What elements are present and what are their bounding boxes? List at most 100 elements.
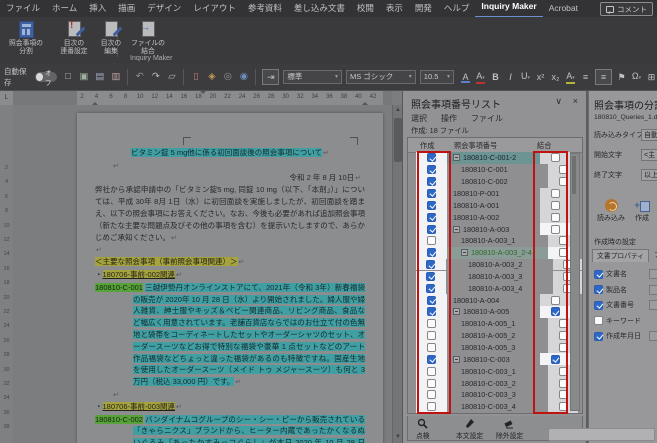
inquiry-number-cell[interactable]: 180810-C-003_4: [447, 401, 548, 413]
create-checkbox[interactable]: [427, 236, 436, 245]
lock-icon[interactable]: ◉: [237, 71, 250, 83]
option-checkbox[interactable]: [594, 332, 603, 341]
create-checkbox[interactable]: [426, 260, 435, 269]
merge-files-button[interactable]: →ファイルの結合: [126, 20, 170, 60]
load-button[interactable]: 読み込み: [597, 199, 625, 223]
option-value-input[interactable]: [649, 285, 657, 295]
table-row[interactable]: 180810-C-003_2: [408, 377, 582, 389]
inquiry-number-cell[interactable]: 180810-A-003_3: [446, 271, 553, 283]
create-checkbox[interactable]: [427, 225, 436, 234]
print-icon[interactable]: ▥: [109, 71, 122, 83]
autosave-switch[interactable]: オフ: [35, 72, 57, 82]
align-left-icon[interactable]: ≡: [580, 71, 591, 83]
option-value-input[interactable]: [649, 269, 657, 279]
除外設定-button[interactable]: 除外設定: [496, 418, 523, 440]
merge-checkbox[interactable]: [551, 189, 560, 198]
track-changes-icon[interactable]: ▯: [189, 71, 202, 83]
bottom-horizontal-scrollbar[interactable]: [548, 428, 655, 441]
phonetic-guide-icon[interactable]: A: [460, 71, 471, 83]
bold-icon[interactable]: B: [490, 71, 501, 83]
field-input[interactable]: 自動: [641, 129, 657, 141]
font-size-select[interactable]: 10.5▾: [420, 70, 454, 84]
option-checkbox[interactable]: [594, 270, 603, 279]
print-preview-icon[interactable]: ▤: [93, 71, 106, 83]
inquiry-number-cell[interactable]: 180810-C-003_3: [447, 389, 548, 401]
table-row[interactable]: 180810-A-005_3: [408, 342, 582, 354]
create-checkbox[interactable]: [427, 201, 436, 210]
style-select[interactable]: 標準▾: [283, 70, 342, 84]
vertical-ruler[interactable]: 2468101214161820222426283032343638: [0, 105, 13, 443]
table-row[interactable]: 180810-A-003: [408, 223, 582, 235]
ribbon-tab-描画[interactable]: 描画: [112, 0, 141, 17]
table-icon[interactable]: ⊞: [646, 71, 657, 83]
table-row[interactable]: 180810-C-001: [408, 164, 582, 176]
field-input[interactable]: 以上: [641, 169, 657, 181]
format-painter-icon[interactable]: ◈: [205, 71, 218, 83]
pane-menu-ファイル[interactable]: ファイル: [471, 113, 503, 124]
create-checkbox[interactable]: [427, 402, 436, 411]
merge-checkbox[interactable]: [559, 236, 568, 245]
inquiry-number-cell[interactable]: 180810-C-001-2: [447, 152, 540, 164]
create-checkbox[interactable]: [427, 248, 436, 257]
inquiry-number-cell[interactable]: 180810-A-003_4: [446, 282, 553, 294]
inquiry-number-cell[interactable]: 180810-A-003_2-4: [447, 247, 548, 259]
merge-checkbox[interactable]: [559, 379, 568, 388]
italic-icon[interactable]: I: [505, 71, 516, 83]
table-row[interactable]: 180810-A-003_2-4: [408, 247, 582, 259]
list-scrollbar[interactable]: [570, 153, 580, 411]
table-row[interactable]: 180810-A-003_4: [408, 282, 582, 294]
inquiry-number-cell[interactable]: 180810-A-004: [447, 294, 540, 306]
undo-icon[interactable]: ↶: [133, 71, 146, 83]
option-文書番号[interactable]: 文書番号: [594, 300, 634, 310]
ribbon-tab-レイアウト[interactable]: レイアウト: [187, 0, 242, 17]
create-checkbox[interactable]: [427, 213, 436, 222]
option-checkbox[interactable]: [594, 301, 603, 310]
ribbon-tab-ホーム[interactable]: ホーム: [46, 0, 83, 17]
find-icon[interactable]: ◎: [221, 71, 234, 83]
create-checkbox[interactable]: [427, 296, 436, 305]
option-checkbox[interactable]: [594, 285, 603, 294]
merge-checkbox[interactable]: [559, 402, 568, 411]
ruler-tab-selector[interactable]: L: [0, 91, 14, 105]
create-checkbox[interactable]: [427, 355, 436, 364]
bookmark-icon[interactable]: ⚑: [616, 71, 627, 83]
create-button[interactable]: 作成: [635, 199, 649, 223]
pane-menu-操作[interactable]: 操作: [441, 113, 457, 124]
collapse-minus-icon[interactable]: [453, 226, 460, 233]
option-value-input[interactable]: [649, 300, 657, 310]
merge-checkbox[interactable]: [551, 225, 560, 234]
merge-checkbox[interactable]: [559, 367, 568, 376]
table-row[interactable]: 180810-C-003_3: [408, 389, 582, 401]
inquiry-number-cell[interactable]: 180810-A-001: [447, 199, 540, 211]
table-row[interactable]: 180810-P-001: [408, 188, 582, 200]
inquiry-number-cell[interactable]: 180810-A-002: [447, 211, 540, 223]
create-checkbox[interactable]: [427, 331, 436, 340]
option-checkbox[interactable]: [594, 316, 603, 325]
inquiry-number-cell[interactable]: 180810-A-005_2: [447, 330, 548, 342]
ribbon-tab-挿入[interactable]: 挿入: [83, 0, 112, 17]
scrollbar-thumb[interactable]: [572, 156, 576, 194]
inquiry-number-cell[interactable]: 180810-C-003_1: [447, 365, 548, 377]
table-row[interactable]: 180810-A-002: [408, 211, 582, 223]
table-row[interactable]: 180810-A-001: [408, 199, 582, 211]
superscript-icon[interactable]: x²: [535, 71, 546, 83]
create-checkbox[interactable]: [427, 177, 436, 186]
option-作成年月日[interactable]: 作成年月日: [594, 331, 641, 341]
点検-button[interactable]: 点検: [416, 418, 430, 440]
create-checkbox[interactable]: [426, 272, 435, 281]
merge-checkbox[interactable]: [559, 319, 568, 328]
merge-checkbox[interactable]: [559, 165, 568, 174]
field-input[interactable]: <主: [641, 149, 657, 161]
redo-icon[interactable]: ↷: [149, 71, 162, 83]
save-icon[interactable]: ▣: [77, 71, 90, 83]
ribbon-tab-参考資料[interactable]: 参考資料: [242, 0, 288, 17]
ribbon-tab-差し込み文書[interactable]: 差し込み文書: [288, 0, 351, 17]
inquiry-number-cell[interactable]: 180810-A-005_1: [447, 318, 548, 330]
font-color-icon[interactable]: A▾: [475, 70, 486, 84]
ribbon-tab-ファイル[interactable]: ファイル: [0, 0, 46, 17]
create-checkbox[interactable]: [427, 165, 436, 174]
merge-checkbox[interactable]: [551, 201, 560, 210]
tab-文書プロパティ[interactable]: 文書プロパティ: [592, 249, 649, 262]
ribbon-tab-校閲[interactable]: 校閲: [351, 0, 380, 17]
merge-checkbox[interactable]: [559, 331, 568, 340]
